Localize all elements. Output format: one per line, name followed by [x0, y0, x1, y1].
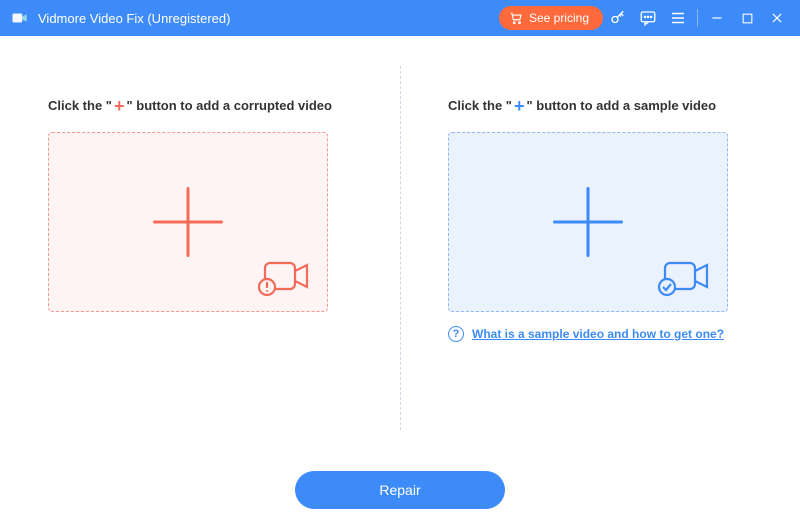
hamburger-icon	[669, 9, 687, 27]
add-corrupted-video-dropzone[interactable]	[48, 132, 328, 312]
close-icon	[770, 11, 784, 25]
help-icon: ?	[448, 326, 464, 342]
app-logo-icon	[10, 8, 30, 28]
key-button[interactable]	[603, 0, 633, 36]
help-row: ? What is a sample video and how to get …	[448, 326, 728, 343]
camera-error-icon	[257, 257, 313, 297]
instruction-post: " button to add a corrupted video	[126, 98, 332, 113]
app-title: Vidmore Video Fix (Unregistered)	[38, 11, 230, 26]
plus-icon-red-inline: +	[114, 97, 125, 115]
see-pricing-label: See pricing	[529, 11, 589, 25]
chat-icon	[639, 9, 657, 27]
minimize-button[interactable]	[702, 0, 732, 36]
plus-icon	[153, 187, 223, 257]
minimize-icon	[710, 11, 724, 25]
repair-button[interactable]: Repair	[295, 471, 505, 509]
repair-label: Repair	[379, 482, 420, 498]
sample-video-pane: Click the " + " button to add a sample v…	[400, 36, 800, 460]
see-pricing-button[interactable]: See pricing	[499, 6, 603, 30]
instruction-post: " button to add a sample video	[526, 98, 716, 113]
plus-icon	[553, 187, 623, 257]
sample-video-help-link[interactable]: What is a sample video and how to get on…	[472, 326, 724, 343]
corrupted-video-pane: Click the " + " button to add a corrupte…	[0, 36, 400, 460]
plus-icon-blue-inline: +	[514, 97, 525, 115]
cart-icon	[509, 11, 523, 25]
vertical-divider	[400, 66, 401, 430]
add-sample-video-dropzone[interactable]	[448, 132, 728, 312]
key-icon	[609, 9, 627, 27]
instruction-pre: Click the "	[448, 98, 512, 113]
instruction-pre: Click the "	[48, 98, 112, 113]
maximize-button[interactable]	[732, 0, 762, 36]
camera-check-icon	[657, 257, 713, 297]
sample-instruction: Click the " + " button to add a sample v…	[448, 96, 752, 114]
main-content: Click the " + " button to add a corrupte…	[0, 36, 800, 460]
feedback-button[interactable]	[633, 0, 663, 36]
corrupted-instruction: Click the " + " button to add a corrupte…	[48, 96, 352, 114]
titlebar-separator	[697, 9, 698, 27]
close-button[interactable]	[762, 0, 792, 36]
titlebar: Vidmore Video Fix (Unregistered) See pri…	[0, 0, 800, 36]
maximize-icon	[741, 12, 754, 25]
footer: Repair	[0, 460, 800, 520]
menu-button[interactable]	[663, 0, 693, 36]
